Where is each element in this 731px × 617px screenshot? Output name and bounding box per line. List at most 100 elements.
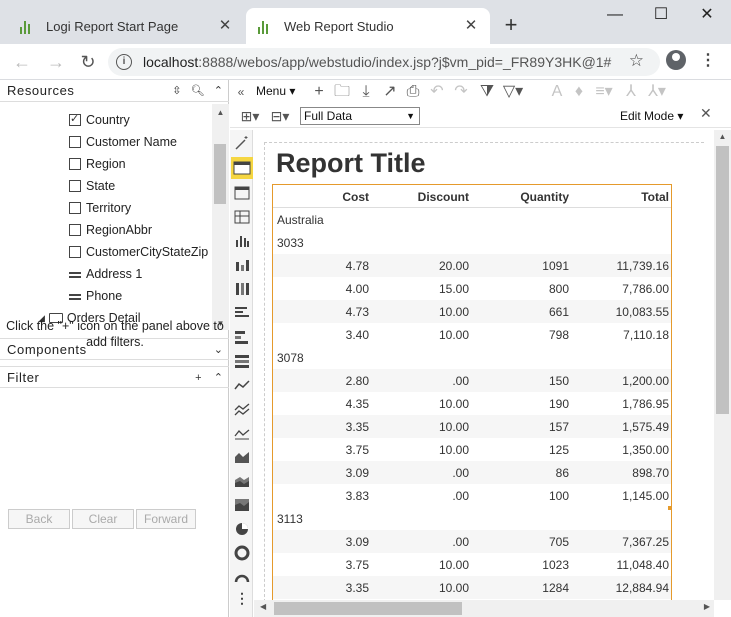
table-cell[interactable]: 10.00 (439, 420, 469, 434)
table-cell[interactable]: 10.00 (439, 581, 469, 595)
table-cell[interactable]: .00 (452, 489, 469, 503)
close-tab-icon[interactable]: ✕ (216, 17, 234, 35)
address-bar[interactable]: i localhost:8888/webos/app/webstudio/ind… (108, 48, 660, 76)
close-studio-icon[interactable]: ✕ (700, 105, 712, 122)
table-cell[interactable]: 3.09 (346, 535, 369, 549)
magic-wand-icon[interactable] (233, 134, 251, 152)
browser-tab-start-page[interactable]: Logi Report Start Page ✕ (8, 8, 244, 44)
window-close-button[interactable]: ✕ (684, 0, 730, 32)
undo-icon[interactable]: ↶ (428, 83, 446, 101)
checkbox-icon[interactable] (69, 136, 81, 148)
checkbox-icon[interactable] (69, 158, 81, 170)
table-cell[interactable]: 898.70 (632, 466, 669, 480)
bar-chart-icon[interactable] (233, 232, 251, 250)
table-cell[interactable]: 190 (549, 397, 569, 411)
tree-item-country[interactable]: Country (69, 109, 130, 131)
table-cell[interactable]: 10,083.55 (616, 305, 669, 319)
resize-handle[interactable] (668, 506, 672, 510)
table-cell[interactable]: 1091 (542, 259, 569, 273)
canvas-vertical-scrollbar[interactable]: ▲ (714, 130, 731, 600)
scrollbar-thumb[interactable] (274, 602, 462, 615)
stacked-bar-chart-icon[interactable] (233, 256, 251, 274)
scrollbar-thumb[interactable] (716, 146, 729, 414)
percent-bar-chart-icon[interactable] (233, 280, 251, 298)
table-cell[interactable]: 1,575.49 (622, 420, 669, 434)
back-arrow-icon[interactable]: ← (10, 50, 34, 74)
maximize-button[interactable]: ☐ (638, 0, 684, 32)
redo-icon[interactable]: ↷ (452, 83, 470, 101)
save-icon[interactable]: ⤓ (357, 83, 375, 101)
line-trend-chart-icon[interactable] (233, 424, 251, 442)
table-icon[interactable] (233, 184, 251, 202)
open-folder-icon[interactable]: 🗀 (333, 83, 351, 101)
new-tab-button[interactable]: + (498, 13, 524, 39)
checkbox-icon[interactable] (69, 180, 81, 192)
table-cell[interactable]: 3.35 (346, 581, 369, 595)
table-cell[interactable]: 7,110.18 (623, 328, 669, 342)
scroll-left-arrow-icon[interactable]: ◀ (260, 602, 266, 611)
table-cell[interactable]: 12,884.94 (616, 581, 669, 595)
tree-item-address-1[interactable]: Address 1 (69, 263, 142, 285)
collapse-up-icon[interactable]: ⌃ (214, 372, 223, 384)
close-tab-icon[interactable]: ✕ (462, 17, 480, 35)
group-label[interactable]: 3033 (277, 236, 304, 250)
canvas-horizontal-scrollbar[interactable]: ◀ ▶ (254, 600, 714, 617)
table-cell[interactable]: 7,786.00 (622, 282, 669, 296)
table-cell[interactable]: 1,200.00 (622, 374, 669, 388)
table-cell[interactable]: 800 (549, 282, 569, 296)
collapse-panel-icon[interactable]: « (234, 83, 248, 101)
browser-tab-web-report-studio[interactable]: Web Report Studio ✕ (246, 8, 490, 44)
table-cell[interactable]: 798 (549, 328, 569, 342)
checkbox-icon[interactable] (69, 202, 81, 214)
filter-dropdown-icon[interactable]: ▽▾ (502, 83, 524, 101)
scrollbar-thumb[interactable] (214, 144, 226, 204)
site-info-icon[interactable]: i (116, 54, 132, 70)
banded-object-icon[interactable] (231, 157, 253, 179)
search-icon[interactable]: 🔍︎ (191, 85, 205, 97)
checkbox-icon[interactable] (69, 112, 81, 126)
resource-tree-scrollbar[interactable]: ▲ ▼ (212, 104, 229, 330)
table-cell[interactable]: 1,350.00 (622, 443, 669, 457)
table-cell[interactable]: 4.00 (346, 282, 369, 296)
reload-icon[interactable]: ↻ (76, 50, 100, 74)
table-cell[interactable]: 10.00 (439, 443, 469, 457)
table-cell[interactable]: .00 (452, 374, 469, 388)
line-chart-icon[interactable] (233, 376, 251, 394)
layout-table-icon[interactable]: ⊞▾ (238, 107, 262, 125)
table-cell[interactable]: 15.00 (439, 282, 469, 296)
table-cell[interactable]: 125 (549, 443, 569, 457)
stacked-area-chart-icon[interactable] (233, 472, 251, 490)
checkbox-icon[interactable] (69, 246, 81, 258)
horizontal-stacked-bar-icon[interactable] (233, 328, 251, 346)
area-chart-icon[interactable] (233, 448, 251, 466)
data-view-select[interactable]: Full Data ▼ (300, 107, 420, 125)
scroll-right-arrow-icon[interactable]: ▶ (704, 602, 710, 611)
table-cell[interactable]: 11,739.16 (617, 259, 670, 273)
add-filter-icon[interactable]: + (195, 372, 201, 384)
multi-line-chart-icon[interactable] (233, 400, 251, 418)
table-cell[interactable]: 10.00 (439, 558, 469, 572)
table-cell[interactable]: 7,367.25 (622, 535, 669, 549)
profile-avatar-icon[interactable] (666, 50, 686, 70)
report-table[interactable]: Cost Discount Quantity Total Australia 30… (272, 184, 672, 600)
column-header-cost[interactable]: Cost (342, 190, 369, 204)
tree-item-customer-name[interactable]: Customer Name (69, 131, 177, 153)
table-cell[interactable]: 3.75 (346, 443, 369, 457)
percent-area-chart-icon[interactable] (233, 496, 251, 514)
donut-chart-icon[interactable] (233, 544, 251, 562)
table-cell[interactable]: 150 (549, 374, 569, 388)
forward-button[interactable]: Forward (136, 509, 196, 529)
table-cell[interactable]: 3.83 (346, 489, 369, 503)
gauge-chart-icon[interactable] (233, 568, 251, 586)
tree-item-customercitystatezip[interactable]: CustomerCityStateZip (69, 241, 208, 263)
pivot-icon[interactable]: ⅄ (622, 83, 640, 101)
font-icon[interactable]: A (548, 83, 566, 101)
collapse-up-icon[interactable]: ⌃ (214, 85, 223, 97)
table-cell[interactable]: 1284 (542, 581, 569, 595)
table-cell[interactable]: .00 (452, 535, 469, 549)
back-button[interactable]: Back (8, 509, 70, 529)
align-icon[interactable]: ≡▾ (593, 83, 615, 101)
scroll-up-arrow-icon[interactable]: ▲ (212, 108, 229, 117)
sort-icon[interactable]: ⇳ (172, 85, 181, 97)
pie-chart-icon[interactable] (233, 520, 251, 538)
